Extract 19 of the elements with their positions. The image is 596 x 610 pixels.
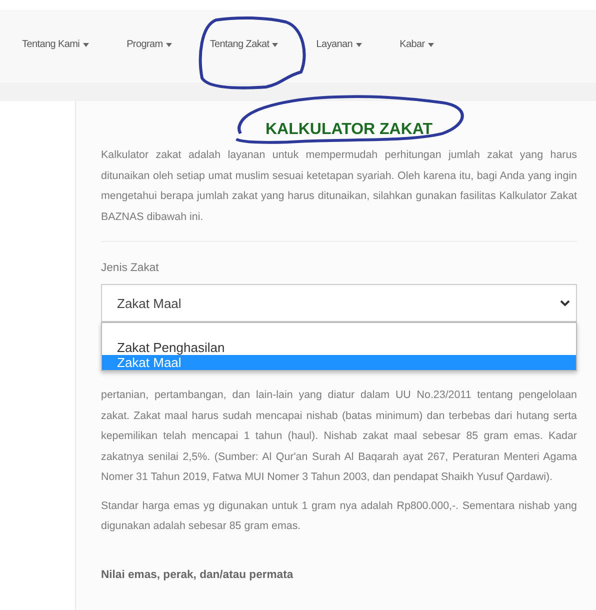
nav-menu-link[interactable]: Tentang Zakat (210, 39, 278, 50)
caret-icon (166, 42, 172, 46)
field-label: Jenis Zakat (101, 262, 160, 274)
dropdown-option[interactable]: Zakat Penghasilan (102, 340, 576, 355)
description-paragraph: pertanian, pertambangan, dan lain-lain yang diatur dalam UU No.23/2011 tentang pengelolaan zakat. Zakat maal harus sudah mencapai nishab (batas minimum) dan terbebas dari hutang serta kepemilikan telah mencapai 1 tahun (haul). Nishab zakat maal sebesar 85 gram emas. Kadar zakatnya senilai 2,5%. (Sumber: Al Qur'an Surah Al Baqarah ayat 267, Peraturan Menteri Agama Nomer 31 Tahun 2019, Fatwa MUI Nomer 3 Tahun 2003, dan pendapat Shaikh Yusuf Qardawi). (101, 388, 577, 485)
page-title: KALKULATOR ZAKAT (264, 120, 434, 140)
caret-icon (428, 42, 434, 46)
intro-paragraph: Kalkulator zakat adalah layanan untuk mempermudah perhitungan jumlah zakat yang harus ditunaikan oleh setiap umat muslim sesuai ketetapan syariah. Oleh karena itu, bagi Anda yang ingin mengetahui berapa jumlah zakat yang harus ditunaikan, silahkan gunakan fasilitas Kalkulator Zakat BAZNAS dibawah ini. (101, 148, 577, 224)
nav-menu-link[interactable]: Tentang Kami (22, 39, 89, 50)
caret-icon (272, 42, 278, 46)
chevron-down-icon (560, 300, 570, 306)
zakat-type-select[interactable]: Zakat Maal (101, 284, 577, 322)
nav-menu-link[interactable]: Kabar (400, 39, 434, 50)
nav-menu-link[interactable]: Layanan (316, 39, 362, 50)
price-note-paragraph: Standar harga emas yg digunakan untuk 1 gram nya adalah Rp800.000,-. Sementara nishab yang digunakan adalah sebesar 85 gram emas. (101, 498, 577, 534)
caret-icon (356, 42, 362, 46)
nav-menu-link[interactable]: Program (126, 39, 172, 50)
caret-icon (82, 42, 89, 46)
section-heading: Nilai emas, perak, dan/atau permata (101, 568, 294, 580)
